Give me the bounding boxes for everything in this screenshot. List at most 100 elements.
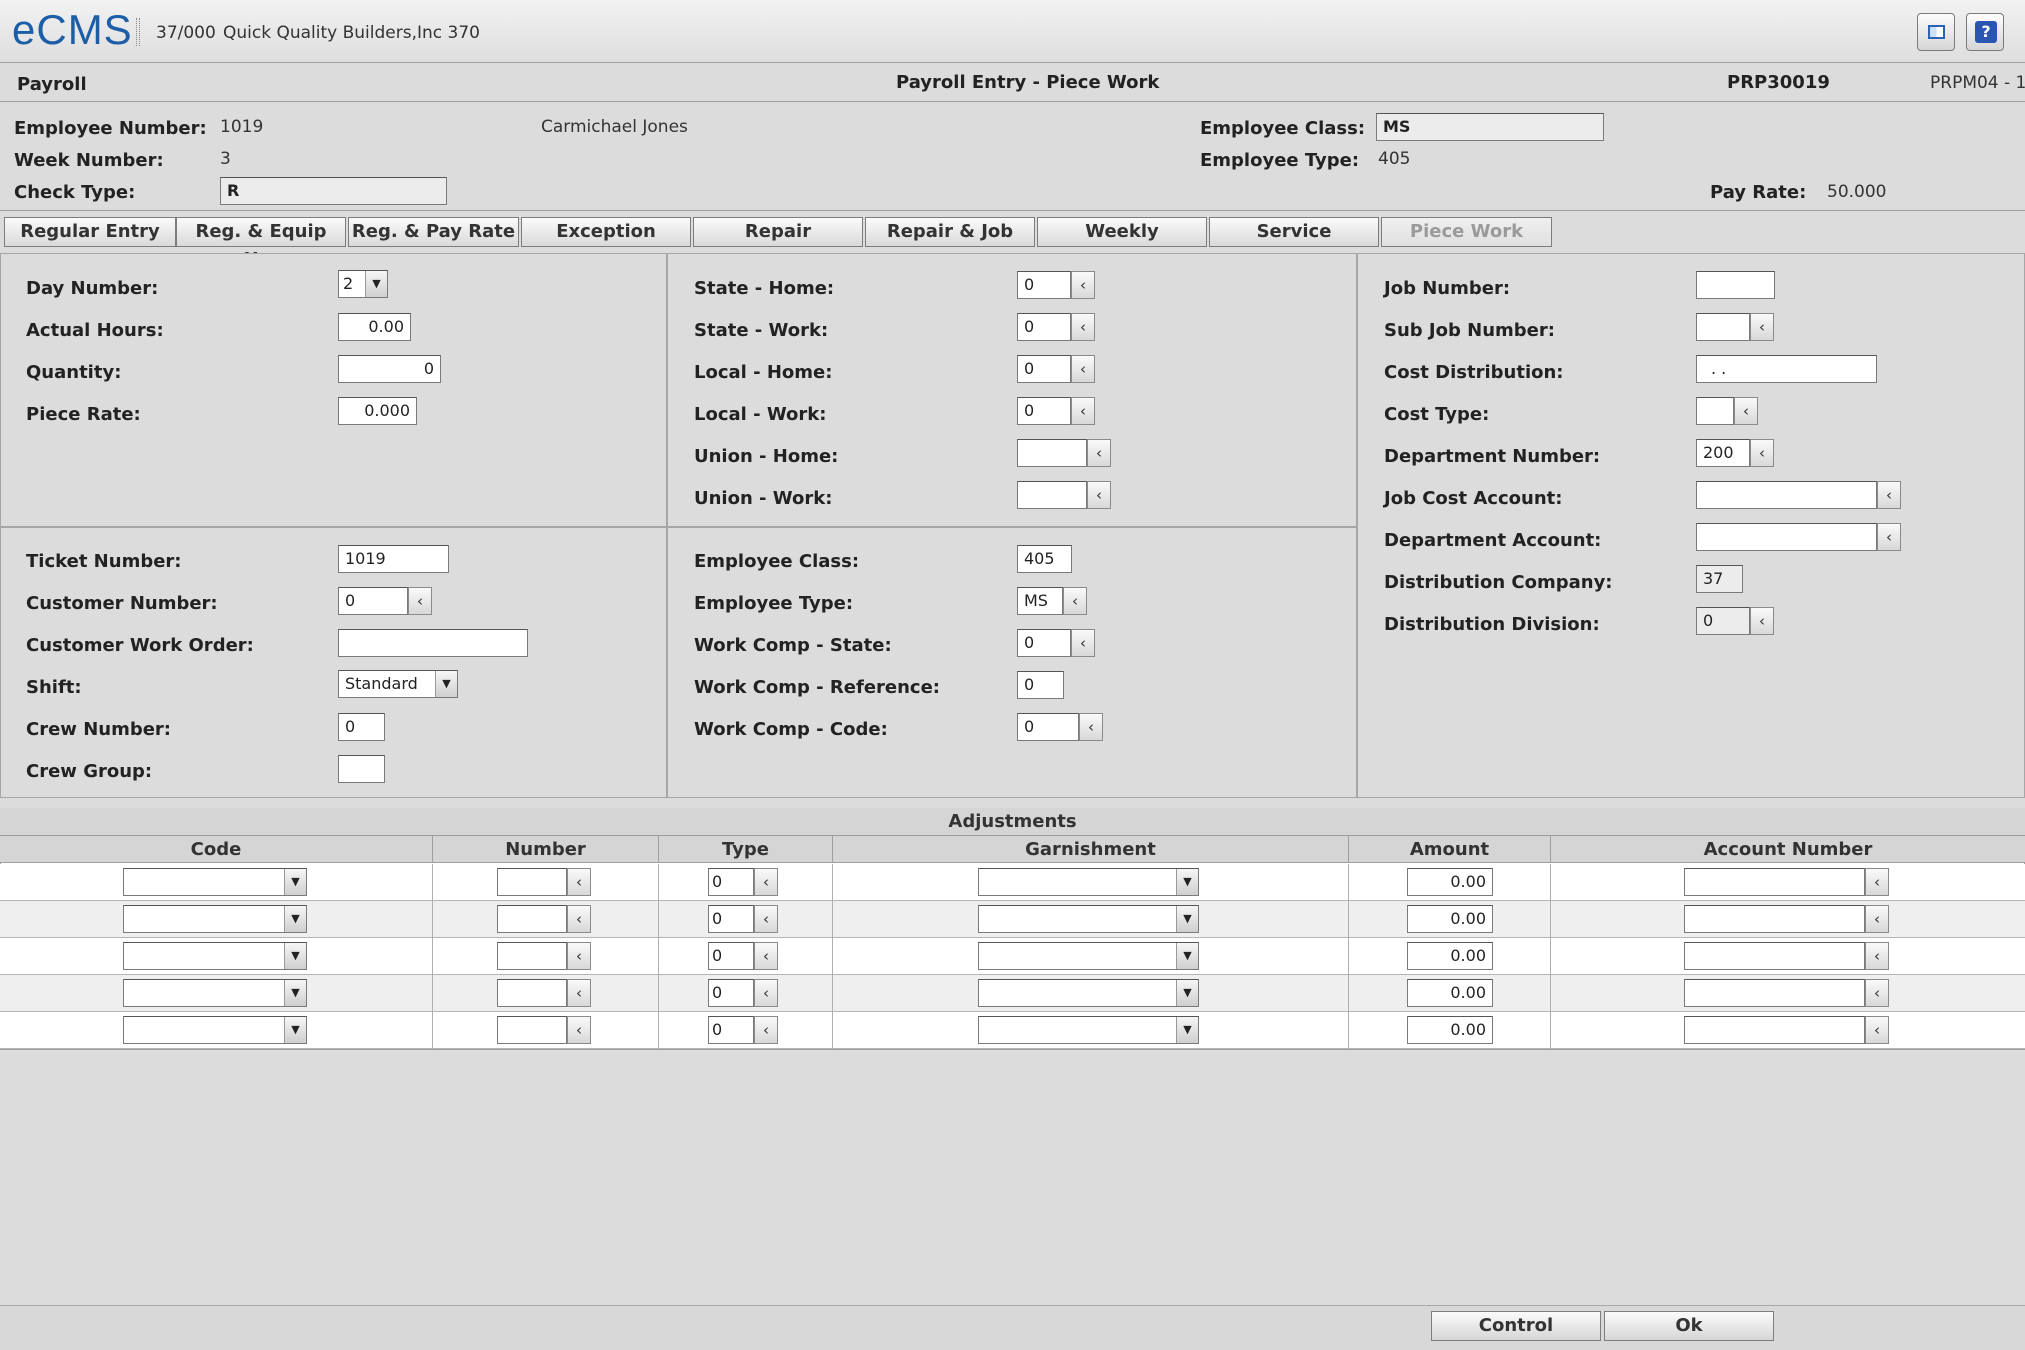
tab-service[interactable]: Service [1209,217,1379,247]
garnishment-select[interactable]: ▼ [978,942,1199,970]
window-layout-button[interactable] [1917,13,1955,51]
code-select[interactable]: ▼ [123,868,307,896]
work-comp-code-field[interactable]: 0 [1017,713,1079,741]
account-number-field[interactable] [1684,942,1865,970]
type-lookup[interactable]: ‹ [754,979,778,1007]
state-work-lookup[interactable]: ‹ [1071,313,1095,341]
garnishment-select[interactable]: ▼ [978,1016,1199,1044]
cost-type-lookup[interactable]: ‹ [1734,397,1758,425]
dropdown-arrow-icon[interactable]: ▼ [1176,943,1198,969]
amount-field[interactable]: 0.00 [1407,942,1493,970]
control-button[interactable]: Control [1431,1311,1601,1341]
crew-number-field[interactable]: 0 [338,713,385,741]
employee-class-field-2[interactable]: 405 [1017,545,1072,573]
customer-number-field[interactable]: 0 [338,587,408,615]
dropdown-arrow-icon[interactable]: ▼ [1176,1017,1198,1043]
code-select[interactable]: ▼ [123,942,307,970]
tab-weekly[interactable]: Weekly [1037,217,1207,247]
type-field[interactable]: 0 [708,905,754,933]
union-home-field[interactable] [1017,439,1087,467]
type-field[interactable]: 0 [708,868,754,896]
state-home-field[interactable]: 0 [1017,271,1071,299]
customer-number-lookup[interactable]: ‹ [408,587,432,615]
state-work-field[interactable]: 0 [1017,313,1071,341]
ok-button[interactable]: Ok [1604,1311,1774,1341]
ticket-number-field[interactable]: 1019 [338,545,449,573]
union-work-field[interactable] [1017,481,1087,509]
tab-repair[interactable]: Repair [693,217,863,247]
department-number-field[interactable]: 200 [1696,439,1750,467]
dropdown-arrow-icon[interactable]: ▼ [284,943,306,969]
work-comp-state-lookup[interactable]: ‹ [1071,629,1095,657]
dropdown-arrow-icon[interactable]: ▼ [365,271,387,297]
employee-type-field-2[interactable]: MS [1017,587,1063,615]
garnishment-select[interactable]: ▼ [978,979,1199,1007]
number-field[interactable] [497,942,567,970]
quantity-field[interactable]: 0 [338,355,441,383]
department-account-lookup[interactable]: ‹ [1877,523,1901,551]
amount-field[interactable]: 0.00 [1407,868,1493,896]
help-button[interactable]: ? [1966,13,2004,51]
department-account-field[interactable] [1696,523,1877,551]
number-field[interactable] [497,868,567,896]
cost-distribution-field[interactable]: . . [1696,355,1877,383]
amount-field[interactable]: 0.00 [1407,905,1493,933]
account-number-lookup[interactable]: ‹ [1865,868,1889,896]
number-field[interactable] [497,979,567,1007]
code-select[interactable]: ▼ [123,905,307,933]
type-lookup[interactable]: ‹ [754,1016,778,1044]
type-lookup[interactable]: ‹ [754,868,778,896]
number-field[interactable] [497,1016,567,1044]
number-field[interactable] [497,905,567,933]
tab-piece-work[interactable]: Piece Work [1381,217,1552,247]
job-number-field[interactable] [1696,271,1775,299]
type-lookup[interactable]: ‹ [754,905,778,933]
account-number-lookup[interactable]: ‹ [1865,905,1889,933]
number-lookup[interactable]: ‹ [567,942,591,970]
work-comp-reference-field[interactable]: 0 [1017,671,1064,699]
type-lookup[interactable]: ‹ [754,942,778,970]
local-home-lookup[interactable]: ‹ [1071,355,1095,383]
account-number-lookup[interactable]: ‹ [1865,979,1889,1007]
code-select[interactable]: ▼ [123,979,307,1007]
employee-type-lookup[interactable]: ‹ [1063,587,1087,615]
department-lookup[interactable]: ‹ [1750,439,1774,467]
dropdown-arrow-icon[interactable]: ▼ [284,980,306,1006]
dropdown-arrow-icon[interactable]: ▼ [284,869,306,895]
local-home-field[interactable]: 0 [1017,355,1071,383]
union-work-lookup[interactable]: ‹ [1087,481,1111,509]
work-comp-code-lookup[interactable]: ‹ [1079,713,1103,741]
account-number-field[interactable] [1684,979,1865,1007]
garnishment-select[interactable]: ▼ [978,868,1199,896]
dropdown-arrow-icon[interactable]: ▼ [1176,906,1198,932]
dropdown-arrow-icon[interactable]: ▼ [1176,980,1198,1006]
distribution-division-lookup[interactable]: ‹ [1750,607,1774,635]
cost-type-field[interactable] [1696,397,1734,425]
check-type-field[interactable]: R [220,177,447,205]
day-number-select[interactable]: 2 ▼ [338,270,388,298]
customer-work-order-field[interactable] [338,629,528,657]
tab-regular-entry[interactable]: Regular Entry [4,217,176,247]
work-comp-state-field[interactable]: 0 [1017,629,1071,657]
local-work-field[interactable]: 0 [1017,397,1071,425]
amount-field[interactable]: 0.00 [1407,979,1493,1007]
sub-job-number-field[interactable] [1696,313,1750,341]
dropdown-arrow-icon[interactable]: ▼ [435,671,457,697]
account-number-field[interactable] [1684,1016,1865,1044]
number-lookup[interactable]: ‹ [567,868,591,896]
tab-exception[interactable]: Exception [521,217,691,247]
shift-select[interactable]: Standard ▼ [338,670,458,698]
dropdown-arrow-icon[interactable]: ▼ [284,906,306,932]
type-field[interactable]: 0 [708,942,754,970]
tab-reg-pay-rate[interactable]: Reg. & Pay Rate [348,217,519,247]
account-number-field[interactable] [1684,905,1865,933]
account-number-lookup[interactable]: ‹ [1865,942,1889,970]
sub-job-lookup[interactable]: ‹ [1750,313,1774,341]
dropdown-arrow-icon[interactable]: ▼ [1176,869,1198,895]
type-field[interactable]: 0 [708,979,754,1007]
account-number-lookup[interactable]: ‹ [1865,1016,1889,1044]
tab-repair-job[interactable]: Repair & Job [865,217,1035,247]
garnishment-select[interactable]: ▼ [978,905,1199,933]
piece-rate-field[interactable]: 0.000 [338,397,417,425]
actual-hours-field[interactable]: 0.00 [338,313,411,341]
